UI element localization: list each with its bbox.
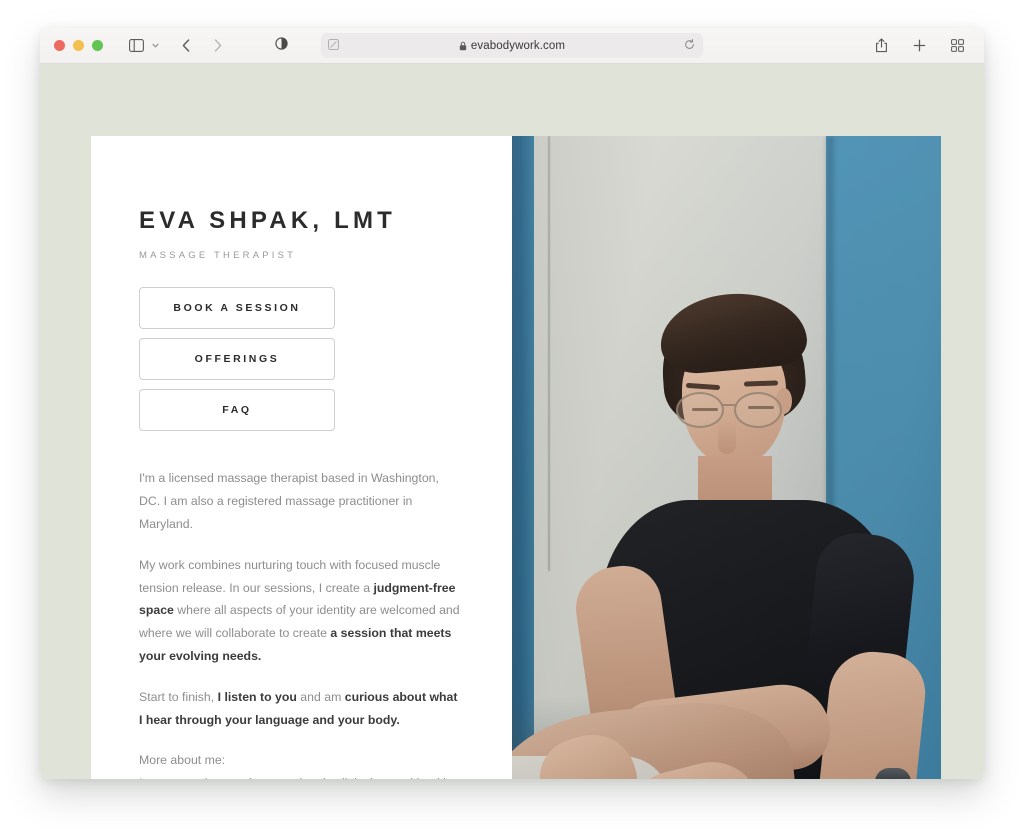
- url-bar[interactable]: evabodywork.com: [321, 33, 703, 58]
- content-column: EVA SHPAK, LMT MASSAGE THERAPIST BOOK A …: [91, 136, 512, 779]
- share-icon[interactable]: [868, 33, 894, 59]
- paragraph-intro-text: I'm a licensed massage therapist based i…: [139, 471, 439, 531]
- page-content-card: EVA SHPAK, LMT MASSAGE THERAPIST BOOK A …: [91, 136, 941, 779]
- body-copy: I'm a licensed massage therapist based i…: [139, 467, 466, 779]
- listening-emphasis-1: I listen to you: [217, 689, 297, 704]
- toolbar-right-actions: [868, 33, 970, 59]
- offerings-button[interactable]: OFFERINGS: [139, 338, 335, 381]
- paragraph-intro: I'm a licensed massage therapist based i…: [139, 467, 460, 535]
- address-bar-container: evabodywork.com: [275, 33, 703, 58]
- browser-toolbar: evabodywork.com: [40, 28, 984, 64]
- listening-text-a: Start to finish,: [139, 689, 218, 704]
- navigation-buttons: [173, 33, 231, 59]
- sidebar-control-group: [123, 33, 161, 59]
- glasses-bridge: [722, 404, 736, 406]
- close-window-button[interactable]: [54, 40, 65, 51]
- sidebar-toggle-icon[interactable]: [123, 33, 149, 59]
- paragraph-more-about-body: I am currently a graduate student in cli…: [139, 772, 460, 779]
- glasses-lens-right: [734, 392, 782, 428]
- url-text-group: evabodywork.com: [459, 40, 565, 52]
- browser-window: evabodywork.com EVA SHPAK, LMT MASSAGE T…: [40, 28, 984, 779]
- maximize-window-button[interactable]: [92, 40, 103, 51]
- back-button[interactable]: [173, 33, 199, 59]
- reload-icon[interactable]: [684, 37, 695, 55]
- listening-text-b: and am: [296, 689, 345, 704]
- forward-button[interactable]: [205, 33, 231, 59]
- url-text: evabodywork.com: [470, 39, 566, 52]
- therapist-glasses: [676, 392, 800, 428]
- paragraph-approach: My work combines nurturing touch with fo…: [139, 554, 460, 668]
- minimize-window-button[interactable]: [73, 40, 84, 51]
- window-controls: [54, 40, 103, 51]
- wall-edge-line: [548, 136, 550, 572]
- hero-photo: [512, 136, 941, 779]
- privacy-report-icon[interactable]: [275, 36, 288, 55]
- new-tab-icon[interactable]: [906, 33, 932, 59]
- page-viewport: EVA SHPAK, LMT MASSAGE THERAPIST BOOK A …: [40, 64, 984, 779]
- wall-stripe-left: [512, 136, 534, 779]
- therapist-nose: [718, 420, 736, 454]
- tab-overview-icon[interactable]: [944, 33, 970, 59]
- reader-view-icon[interactable]: [328, 37, 339, 55]
- hero-photo-column: [512, 136, 941, 779]
- chevron-down-icon[interactable]: [149, 35, 161, 57]
- book-a-session-button[interactable]: BOOK A SESSION: [139, 287, 335, 330]
- lock-icon: [459, 41, 467, 51]
- glasses-lens-left: [676, 392, 724, 428]
- page-subtitle: MASSAGE THERAPIST: [139, 250, 297, 262]
- paragraph-listening: Start to finish, I listen to you and am …: [139, 686, 460, 732]
- page-title: EVA SHPAK, LMT: [139, 207, 397, 234]
- paragraph-more-about-heading: More about me:: [139, 753, 226, 768]
- primary-nav-buttons: BOOK A SESSION OFFERINGS FAQ: [139, 287, 466, 432]
- faq-button[interactable]: FAQ: [139, 389, 335, 432]
